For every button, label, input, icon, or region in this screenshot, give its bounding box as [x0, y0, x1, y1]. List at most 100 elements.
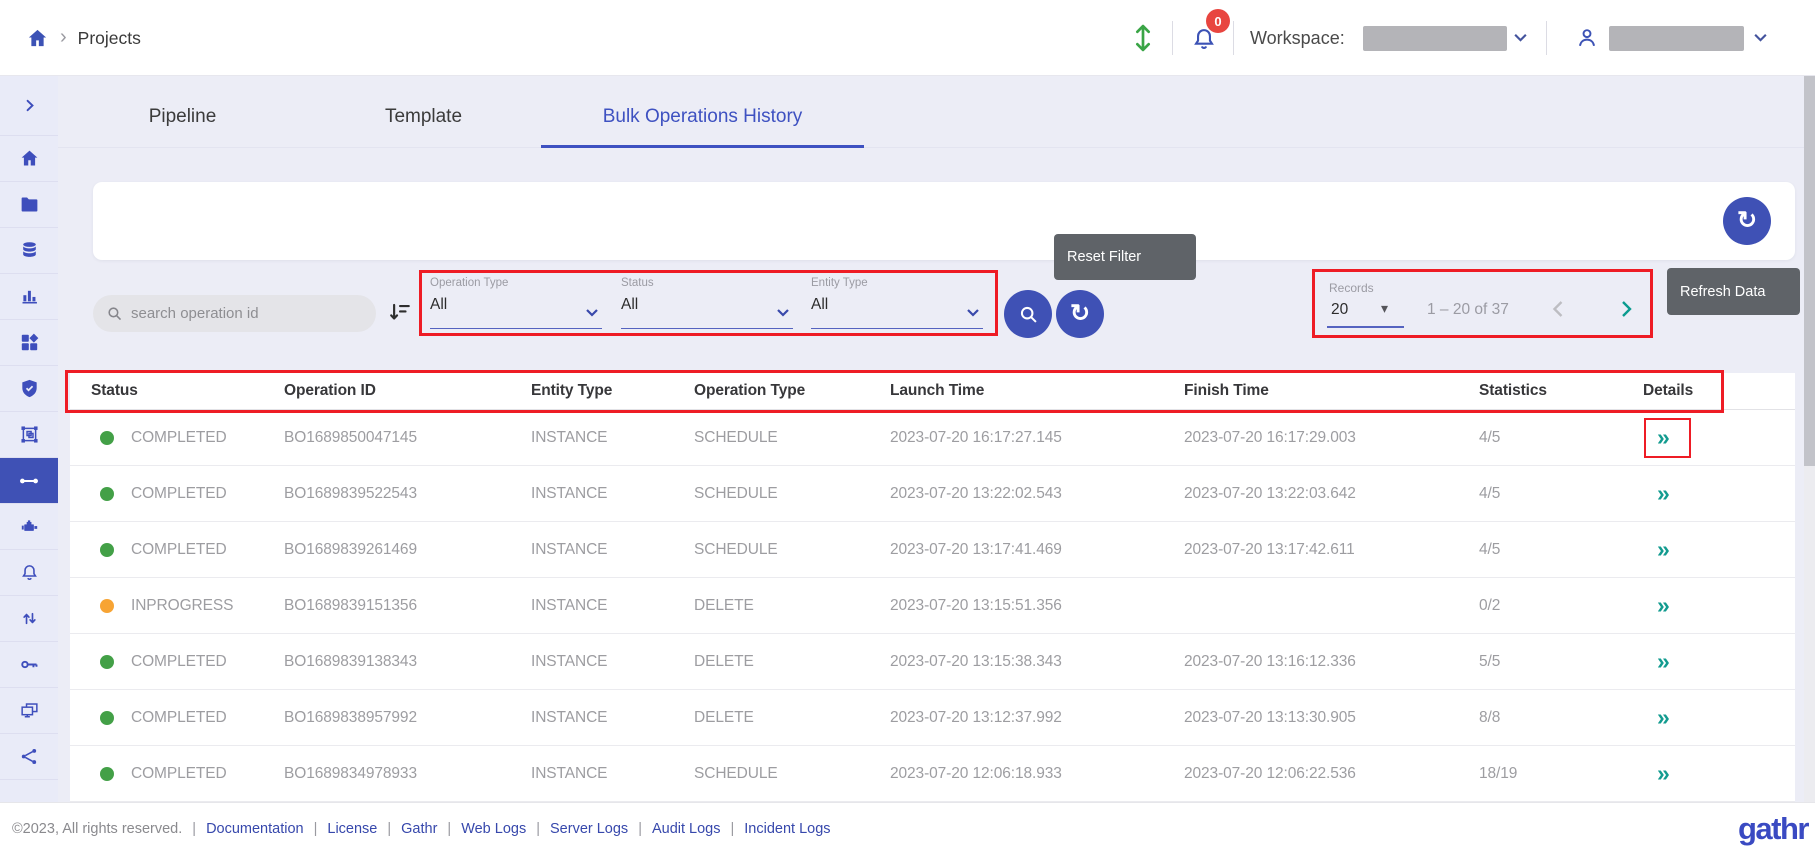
footer-link-incident-logs[interactable]: Incident Logs — [721, 821, 830, 837]
sidebar-item-import-export[interactable] — [0, 596, 58, 642]
breadcrumb-current[interactable]: Projects — [78, 28, 141, 49]
sidebar-item-share[interactable] — [0, 734, 58, 780]
operation-id-cell: BO1689839138343 — [284, 652, 417, 670]
sort-button[interactable] — [385, 299, 413, 327]
sidebar-item-workspace-frame[interactable] — [0, 412, 58, 458]
entity-type-cell: INSTANCE — [531, 708, 608, 726]
operation-type-cell: SCHEDULE — [694, 428, 778, 446]
previous-page-button[interactable] — [1546, 297, 1572, 323]
bulk-operations-table: Status Operation ID Entity Type Operatio… — [70, 373, 1795, 802]
operation-id-cell: BO1689838957992 — [284, 708, 417, 726]
footer-link-server-logs[interactable]: Server Logs — [526, 821, 628, 837]
status-dot — [100, 654, 114, 669]
search-operation-id-input[interactable] — [131, 305, 363, 322]
workspace-redacted-value[interactable] — [1363, 26, 1507, 51]
user-chevron-down-icon[interactable] — [1753, 32, 1768, 44]
status-dot — [100, 710, 114, 725]
tabstrip-divider — [58, 147, 1804, 148]
vertical-scrollbar-track[interactable] — [1804, 76, 1815, 802]
column-header-finish-time: Finish Time — [1184, 382, 1269, 399]
footer-link-gathr[interactable]: Gathr — [377, 821, 437, 837]
sidebar-item-monitoring[interactable] — [0, 688, 58, 734]
records-per-page-select[interactable]: 20 — [1331, 301, 1348, 319]
status-select[interactable]: Status All — [621, 277, 793, 329]
entity-type-value: All — [811, 296, 829, 313]
refresh-data-button[interactable]: ↻ — [1723, 197, 1771, 245]
details-button[interactable]: » — [1643, 705, 1670, 729]
header-divider — [1546, 21, 1547, 55]
tab-pipeline[interactable]: Pipeline — [100, 88, 265, 146]
finish-time-cell: 2023-07-20 13:22:03.642 — [1184, 484, 1356, 502]
finish-time-cell: 2023-07-20 13:17:42.611 — [1184, 540, 1355, 558]
active-tab-underline — [541, 145, 864, 148]
notification-count-badge[interactable]: 0 — [1206, 9, 1230, 33]
key-icon — [20, 660, 37, 669]
records-label: Records — [1329, 281, 1374, 295]
sidebar-item-data-sources[interactable] — [0, 228, 58, 274]
details-button[interactable]: » — [1643, 761, 1670, 785]
details-button[interactable]: » — [1643, 593, 1670, 617]
sidebar-item-home[interactable] — [0, 136, 58, 182]
workspace-chevron-down-icon[interactable] — [1513, 32, 1528, 44]
records-select-underline — [1327, 326, 1404, 328]
entity-type-select[interactable]: Entity Type All — [811, 277, 983, 329]
vertical-scrollbar-thumb[interactable] — [1804, 76, 1815, 466]
finish-time-cell: 2023-07-20 13:13:30.905 — [1184, 708, 1356, 726]
footer-link-documentation[interactable]: Documentation — [182, 821, 304, 837]
reset-filter-button[interactable]: ↻ — [1056, 290, 1104, 338]
refresh-icon: ↻ — [1736, 207, 1758, 234]
table-row: COMPLETED BO1689839138343 INSTANCE DELET… — [70, 634, 1795, 690]
details-button[interactable]: » — [1643, 537, 1670, 561]
next-page-button[interactable] — [1613, 297, 1639, 323]
scale-up-down-icon[interactable] — [1126, 20, 1160, 56]
left-sidebar — [0, 76, 58, 802]
folder-icon — [21, 197, 37, 212]
table-row: COMPLETED BO1689834978933 INSTANCE SCHED… — [70, 746, 1795, 802]
tab-bulk-operations-history[interactable]: Bulk Operations History — [541, 88, 864, 146]
workspace-label: Workspace: — [1250, 27, 1345, 48]
pipeline-link-icon — [20, 478, 38, 483]
tab-template[interactable]: Template — [335, 88, 512, 146]
operation-id-cell: BO1689850047145 — [284, 428, 417, 446]
chevron-right-icon — [1622, 301, 1632, 317]
header-divider — [1172, 21, 1173, 55]
sidebar-item-analytics[interactable] — [0, 274, 58, 320]
chevron-down-icon — [777, 309, 789, 317]
sidebar-item-security[interactable] — [0, 366, 58, 412]
user-profile-icon[interactable] — [1574, 25, 1600, 51]
details-button[interactable]: » — [1643, 649, 1670, 673]
footer-link-license[interactable]: License — [304, 821, 377, 837]
details-button[interactable]: » — [1643, 481, 1670, 505]
finish-time-cell: 2023-07-20 12:06:22.536 — [1184, 764, 1356, 782]
operation-type-select[interactable]: Operation Type All — [430, 277, 602, 329]
sidebar-expand-toggle[interactable] — [0, 76, 58, 136]
sidebar-item-projects[interactable] — [0, 182, 58, 228]
status-label: Status — [621, 277, 654, 289]
footer-link-audit-logs[interactable]: Audit Logs — [628, 821, 721, 837]
column-header-operation-type: Operation Type — [694, 382, 806, 399]
sidebar-item-alerts[interactable] — [0, 550, 58, 596]
operation-id-cell: BO1689839522543 — [284, 484, 417, 502]
sidebar-item-components[interactable] — [0, 320, 58, 366]
sidebar-item-bulk-operations[interactable] — [0, 458, 58, 504]
sidebar-item-engines[interactable] — [0, 504, 58, 550]
status-dot — [100, 766, 114, 781]
records-caret-icon[interactable]: ▾ — [1381, 300, 1388, 317]
username-redacted-value[interactable] — [1609, 26, 1744, 51]
launch-time-cell: 2023-07-20 13:22:02.543 — [890, 484, 1062, 502]
details-button[interactable]: » — [1643, 425, 1670, 449]
top-header: › Projects 0 Workspace: — [0, 0, 1815, 76]
launch-time-cell: 2023-07-20 13:15:51.356 — [890, 596, 1062, 614]
home-icon[interactable] — [26, 27, 49, 50]
table-row: INPROGRESS BO1689839151356 INSTANCE DELE… — [70, 578, 1795, 634]
entity-type-cell: INSTANCE — [531, 652, 608, 670]
footer-link-web-logs[interactable]: Web Logs — [437, 821, 526, 837]
statistics-cell: 18/19 — [1479, 764, 1518, 782]
launch-time-cell: 2023-07-20 13:12:37.992 — [890, 708, 1062, 726]
finish-time-cell: 2023-07-20 13:16:12.336 — [1184, 652, 1356, 670]
footer: ©2023, All rights reserved. Documentatio… — [0, 802, 1815, 854]
apply-search-button[interactable] — [1004, 290, 1052, 338]
operation-type-cell: SCHEDULE — [694, 540, 778, 558]
statistics-cell: 4/5 — [1479, 484, 1501, 502]
sidebar-item-keys[interactable] — [0, 642, 58, 688]
